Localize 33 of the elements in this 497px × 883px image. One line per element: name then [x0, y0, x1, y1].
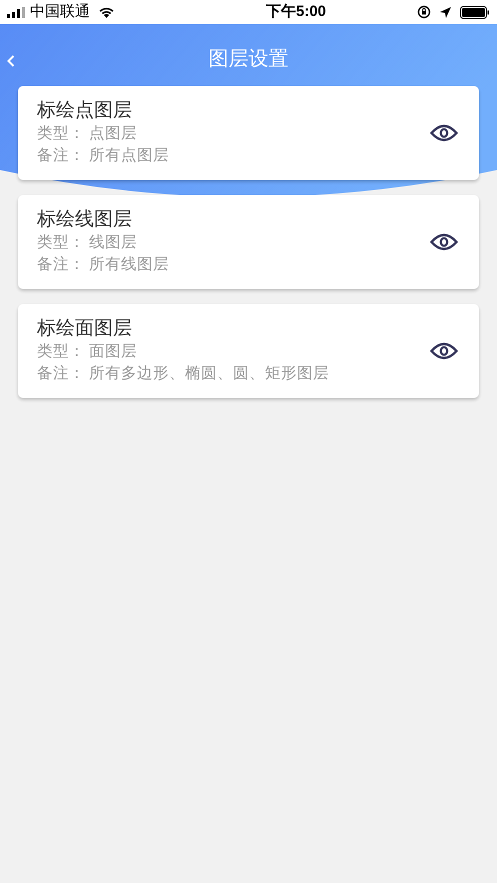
note-value: 所有多边形、椭圆、圆、矩形图层	[89, 364, 329, 384]
visibility-button[interactable]	[429, 123, 459, 143]
type-label: 类型：	[37, 124, 85, 144]
eye-icon	[430, 342, 458, 360]
signal-icon	[7, 6, 27, 18]
back-icon	[7, 55, 15, 67]
location-icon	[439, 6, 452, 18]
type-label: 类型：	[37, 233, 85, 253]
carrier-name: 中国联通	[30, 2, 90, 22]
visibility-button[interactable]	[429, 341, 459, 361]
visibility-button[interactable]	[429, 232, 459, 252]
type-value: 线图层	[89, 233, 137, 253]
layer-name: 标绘线图层	[37, 208, 133, 232]
eye-icon	[430, 233, 458, 251]
page-title: 图层设置	[208, 46, 288, 72]
note-label: 备注：	[37, 146, 85, 166]
layer-card[interactable]: 标绘点图层 类型： 点图层 备注： 所有点图层	[18, 86, 479, 180]
type-value: 面图层	[89, 342, 137, 362]
layer-card[interactable]: 标绘线图层 类型： 线图层 备注： 所有线图层	[18, 195, 479, 289]
type-label: 类型：	[37, 342, 85, 362]
eye-icon	[430, 124, 458, 142]
type-value: 点图层	[89, 124, 137, 144]
note-label: 备注：	[37, 364, 85, 384]
layer-name: 标绘点图层	[37, 99, 133, 123]
note-value: 所有线图层	[89, 255, 169, 275]
layer-name: 标绘面图层	[37, 317, 133, 341]
wifi-icon	[98, 6, 115, 18]
rotation-lock-icon	[417, 5, 431, 19]
layer-card[interactable]: 标绘面图层 类型： 面图层 备注： 所有多边形、椭圆、圆、矩形图层	[18, 304, 479, 398]
clock-time: 下午5:00	[266, 2, 326, 22]
note-label: 备注：	[37, 255, 85, 275]
battery-icon	[460, 6, 490, 18]
note-value: 所有点图层	[89, 146, 169, 166]
